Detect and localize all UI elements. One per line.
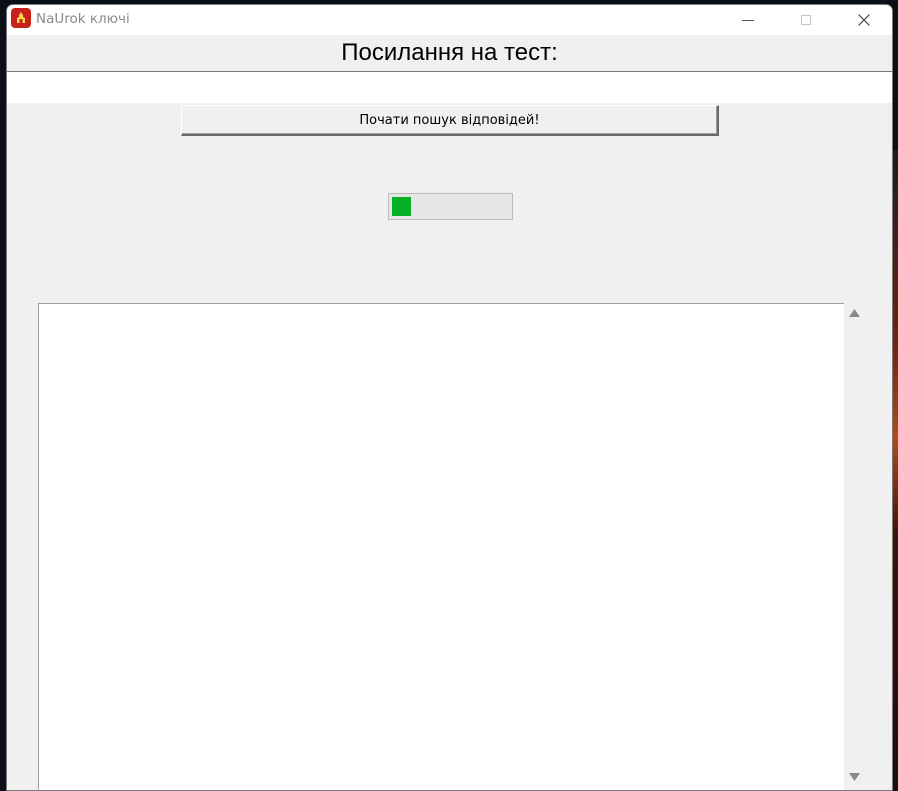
minimize-button[interactable] — [725, 5, 771, 34]
app-window: NaUrok ключі Посилання на тест: Почати п… — [6, 4, 893, 791]
progress-bar-fill — [392, 197, 411, 216]
maximize-icon — [801, 14, 811, 25]
progress-bar — [388, 193, 513, 220]
scroll-up-arrow-icon[interactable] — [849, 309, 860, 317]
title-bar[interactable]: NaUrok ключі — [7, 5, 892, 35]
test-link-heading: Посилання на тест: — [341, 39, 558, 66]
answers-output-textarea[interactable] — [38, 303, 844, 790]
scroll-down-arrow-icon[interactable] — [849, 773, 860, 781]
start-search-button[interactable]: Почати пошук відповідей! — [181, 105, 719, 136]
close-icon — [858, 13, 870, 26]
window-title: NaUrok ключі — [36, 11, 130, 27]
test-link-input[interactable] — [7, 71, 892, 103]
maximize-button[interactable] — [783, 5, 829, 34]
naurok-app-icon — [11, 8, 31, 28]
close-button[interactable] — [841, 5, 887, 34]
output-scrollbar[interactable] — [844, 303, 864, 790]
minimize-icon — [742, 19, 754, 21]
